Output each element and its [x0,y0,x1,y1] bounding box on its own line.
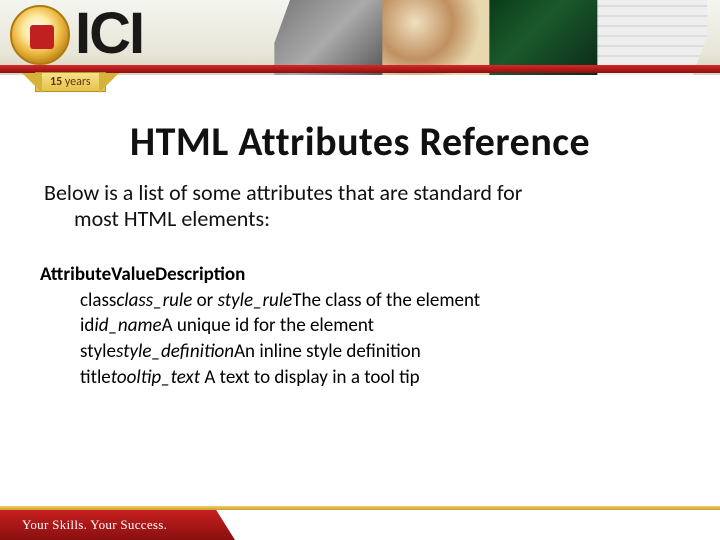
cell-desc: A unique id for the element [162,314,374,337]
intro-line-2: most HTML elements: [44,206,680,232]
slide-content: HTML Attributes Reference Below is a lis… [0,75,720,390]
cell-desc: A text to display in a tool tip [204,366,419,389]
cell-attr: id [80,314,94,337]
ribbon-word: years [65,75,91,89]
table-header-row: AttributeValueDescription [40,263,680,286]
col-header-attribute: Attribute [40,263,111,286]
table-row: stylestyle_definitionAn inline style def… [80,339,680,365]
table-row: idid_nameA unique id for the element [80,313,680,339]
cell-attr: class [80,289,116,312]
brand-logo-text: ICI [75,0,143,67]
header-banner: ICI [0,0,720,75]
footer-tagline: Your Skills. Your Success. [22,517,167,533]
footer-accent-line [0,506,720,510]
cell-attr: style [80,340,116,363]
footer-tagline-bar: Your Skills. Your Success. [0,510,235,540]
cell-desc: The class of the element [292,289,480,312]
cell-value: tooltip_text [111,366,205,389]
cell-attr: title [80,366,111,389]
cell-value-sep: or [192,289,217,312]
anniversary-ribbon: 15 years [35,72,106,92]
footer-bar: Your Skills. Your Success. [0,506,720,540]
slide-title: HTML Attributes Reference [40,117,680,166]
col-header-value: Value [111,263,155,286]
cell-desc: An inline style definition [234,340,421,363]
cell-value2: style_rule [218,289,293,312]
cell-value: style_definition [116,340,234,363]
table-body: classclass_rule or style_ruleThe class o… [40,288,680,391]
intro-text: Below is a list of some attributes that … [40,180,680,233]
col-header-description: Description [155,263,245,286]
ribbon-number: 15 [50,75,62,89]
table-row: titletooltip_text A text to display in a… [80,365,680,391]
table-row: classclass_rule or style_ruleThe class o… [80,288,680,314]
cell-value: id_name [94,314,161,337]
cell-value: class_rule [116,289,192,312]
school-seal-icon [10,5,70,65]
intro-line-1: Below is a list of some attributes that … [44,179,522,206]
